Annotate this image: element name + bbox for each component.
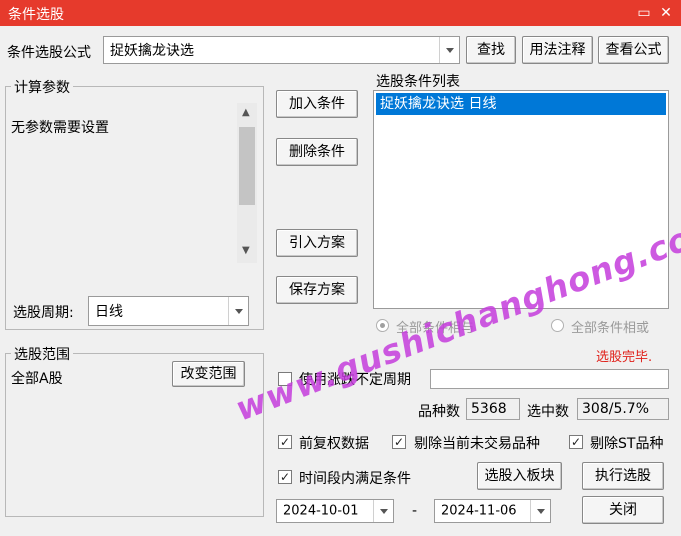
start-date-value: 2024-10-01 (283, 503, 359, 519)
formula-label: 条件选股公式 (7, 45, 91, 61)
condition-list-title: 选股条件列表 (376, 74, 460, 90)
end-date-picker[interactable]: 2024-11-06 (434, 499, 551, 523)
scroll-down-icon[interactable]: ▼ (242, 245, 250, 256)
chevron-down-icon[interactable] (439, 37, 459, 63)
start-date-picker[interactable]: 2024-10-01 (276, 499, 394, 523)
total-count-value: 5368 (466, 398, 520, 420)
range-value: 全部A股 (11, 371, 63, 387)
params-text: 无参数需要设置 (11, 120, 109, 136)
status-text: 选股完毕. (596, 350, 653, 365)
usage-notes-button[interactable]: 用法注释 (522, 36, 593, 64)
date-separator: - (412, 503, 418, 519)
logic-or-label: 全部条件相或 (571, 321, 650, 336)
pre-adjust-checkbox[interactable]: ✓ (278, 435, 292, 449)
params-group-title: 计算参数 (11, 77, 73, 97)
uncertain-period-label: 使用涨跌不定周期 (299, 372, 411, 388)
condition-list[interactable]: 捉妖擒龙诀选 日线 (373, 90, 669, 309)
range-group-title: 选股范围 (11, 344, 73, 364)
chevron-down-icon[interactable] (373, 500, 393, 522)
logic-or-radio[interactable] (551, 319, 564, 332)
close-icon[interactable]: ✕ (656, 3, 676, 23)
remove-untraded-checkbox[interactable]: ✓ (392, 435, 406, 449)
remove-st-label: 剔除ST品种 (590, 436, 664, 452)
selected-count-value: 308/5.7% (577, 398, 669, 420)
view-formula-button[interactable]: 查看公式 (598, 36, 669, 64)
chevron-down-icon[interactable] (530, 500, 550, 522)
scroll-thumb[interactable] (239, 127, 255, 205)
delete-condition-button[interactable]: 删除条件 (276, 138, 358, 166)
formula-value: 捉妖擒龙诀选 (110, 43, 194, 59)
period-value: 日线 (95, 304, 123, 320)
params-scrollbar[interactable]: ▲ ▼ (237, 103, 257, 263)
scroll-up-icon[interactable]: ▲ (242, 107, 250, 118)
list-item[interactable]: 捉妖擒龙诀选 日线 (376, 93, 666, 115)
close-button[interactable]: 关闭 (582, 496, 664, 524)
uncertain-period-input[interactable] (430, 369, 669, 389)
pre-adjust-label: 前复权数据 (299, 436, 369, 452)
selected-count-label: 选中数 (527, 404, 569, 420)
title-bar: 条件选股 ▭ ✕ (0, 0, 681, 26)
minimize-icon[interactable]: ▭ (634, 3, 654, 23)
chevron-down-icon[interactable] (228, 297, 248, 325)
end-date-value: 2024-11-06 (441, 503, 517, 519)
change-range-button[interactable]: 改变范围 (172, 361, 245, 387)
time-range-label: 时间段内满足条件 (299, 471, 411, 487)
remove-st-checkbox[interactable]: ✓ (569, 435, 583, 449)
window-title: 条件选股 (8, 7, 64, 23)
period-select[interactable]: 日线 (88, 296, 249, 326)
add-condition-button[interactable]: 加入条件 (276, 90, 358, 118)
logic-and-radio[interactable] (376, 319, 389, 332)
total-count-label: 品种数 (418, 404, 460, 420)
logic-and-label: 全部条件相与 (396, 321, 475, 336)
execute-selection-button[interactable]: 执行选股 (582, 462, 664, 490)
save-scheme-button[interactable]: 保存方案 (276, 276, 358, 304)
period-label: 选股周期: (13, 305, 74, 321)
time-range-checkbox[interactable]: ✓ (278, 470, 292, 484)
formula-select[interactable]: 捉妖擒龙诀选 (103, 36, 460, 64)
import-scheme-button[interactable]: 引入方案 (276, 229, 358, 257)
add-to-block-button[interactable]: 选股入板块 (477, 462, 562, 490)
remove-untraded-label: 剔除当前未交易品种 (414, 436, 540, 452)
uncertain-period-checkbox[interactable] (278, 372, 292, 386)
search-button[interactable]: 查找 (466, 36, 516, 64)
